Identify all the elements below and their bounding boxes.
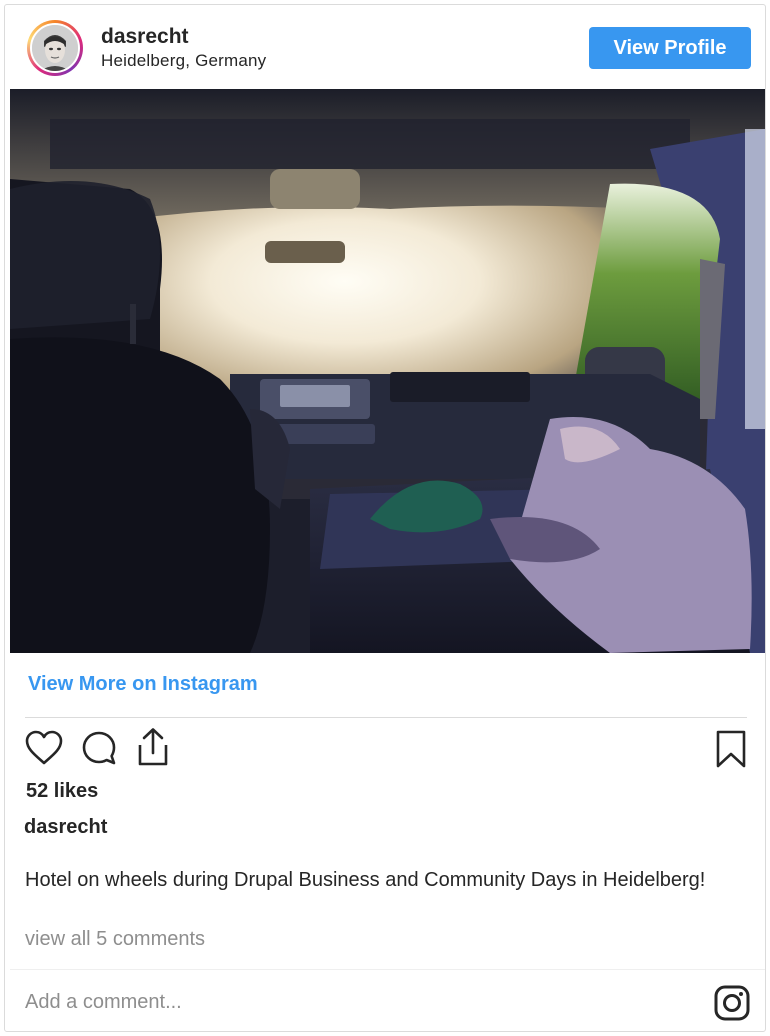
post-photo[interactable] [10, 89, 765, 653]
comment-icon[interactable] [81, 730, 117, 766]
avatar-story-ring[interactable] [27, 20, 83, 76]
share-icon[interactable] [135, 727, 171, 767]
add-comment-input[interactable] [25, 985, 685, 1019]
heart-icon[interactable] [25, 730, 63, 766]
avatar[interactable] [30, 23, 80, 73]
view-all-comments-link[interactable]: view all 5 comments [25, 928, 205, 951]
divider [10, 969, 765, 970]
post-header: dasrecht Heidelberg, Germany View Profil… [5, 5, 765, 89]
bookmark-icon[interactable] [715, 729, 747, 769]
instagram-icon[interactable] [713, 984, 751, 1022]
likes-count[interactable]: 52 likes [26, 780, 98, 803]
header-location[interactable]: Heidelberg, Germany [101, 51, 266, 71]
post-caption: Hotel on wheels during Drupal Business a… [25, 869, 706, 891]
divider [25, 717, 747, 718]
view-profile-button[interactable]: View Profile [589, 27, 751, 69]
header-username[interactable]: dasrecht [101, 25, 189, 49]
caption-username[interactable]: dasrecht [24, 816, 107, 839]
view-more-on-instagram-link[interactable]: View More on Instagram [28, 673, 258, 696]
instagram-embed-card: dasrecht Heidelberg, Germany View Profil… [4, 4, 766, 1032]
